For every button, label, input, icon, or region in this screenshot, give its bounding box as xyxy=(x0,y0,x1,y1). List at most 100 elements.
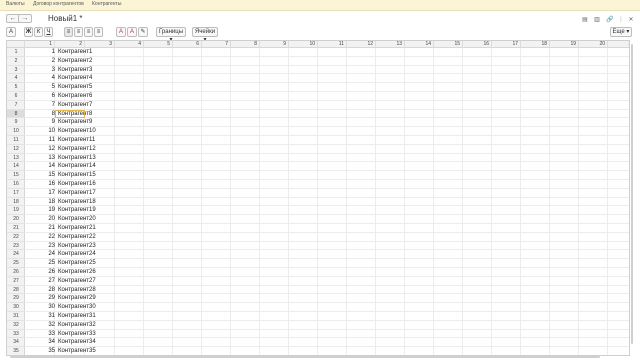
menu-dots-icon[interactable]: ⋮ xyxy=(618,17,624,23)
row-header-cell[interactable]: 26 xyxy=(7,268,25,277)
cell-counterparty-name[interactable]: Контрагент12 xyxy=(58,145,118,154)
cell-number[interactable]: 27 xyxy=(25,277,55,286)
row-header-cell[interactable]: 4 xyxy=(7,74,25,84)
cells-dropdown[interactable]: Ячейки ▾ xyxy=(192,27,218,43)
column-header-cell[interactable]: 4 xyxy=(115,41,144,48)
cell-counterparty-name[interactable]: Контрагент21 xyxy=(58,224,118,233)
cell-number[interactable]: 23 xyxy=(25,242,55,251)
column-header-cell[interactable]: 11 xyxy=(318,41,347,48)
row-header-cell[interactable]: 19 xyxy=(7,206,25,216)
cell-number[interactable]: 12 xyxy=(25,145,55,154)
cell-number[interactable]: 25 xyxy=(25,259,55,268)
column-header-cell[interactable]: 20 xyxy=(579,41,608,48)
cell-counterparty-name[interactable]: Контрагент30 xyxy=(58,303,118,312)
cell-counterparty-name[interactable]: Контрагент17 xyxy=(58,189,118,198)
cell-number[interactable]: 26 xyxy=(25,268,55,277)
row-header-cell[interactable]: 21 xyxy=(7,224,25,233)
row-header-cell[interactable]: 15 xyxy=(7,171,25,180)
row-header-cell[interactable]: 6 xyxy=(7,92,25,101)
cell-number[interactable]: 1 xyxy=(25,48,55,57)
row-header-cell[interactable]: 13 xyxy=(7,154,25,163)
row-header-cell[interactable]: 20 xyxy=(7,215,25,224)
row-header-cell[interactable]: 14 xyxy=(7,162,25,172)
cell-counterparty-name[interactable]: Контрагент13 xyxy=(58,154,118,163)
column-header-cell[interactable]: 21 xyxy=(608,41,629,48)
bold-icon[interactable]: Ж xyxy=(24,27,33,37)
font-icon[interactable]: A xyxy=(6,27,16,37)
row-header-cell[interactable]: 32 xyxy=(7,321,25,330)
cell-counterparty-name[interactable]: Контрагент24 xyxy=(58,250,118,259)
cell-counterparty-name[interactable]: Контрагент31 xyxy=(58,312,118,321)
column-header-cell[interactable]: 12 xyxy=(347,41,376,48)
row-header-cell[interactable]: 17 xyxy=(7,189,25,198)
cell-counterparty-name[interactable]: Контрагент22 xyxy=(58,233,118,242)
cell-counterparty-name[interactable]: Контрагент14 xyxy=(58,162,118,171)
cell-counterparty-name[interactable]: Контрагент25 xyxy=(58,259,118,268)
cell-number[interactable]: 18 xyxy=(25,198,55,207)
cell-counterparty-name[interactable]: Контрагент26 xyxy=(58,268,118,277)
cell-counterparty-name[interactable]: Контрагент16 xyxy=(58,180,118,189)
row-header-cell[interactable]: 2 xyxy=(7,57,25,66)
row-header-cell[interactable]: 12 xyxy=(7,145,25,154)
cell-counterparty-name[interactable]: Контрагент4 xyxy=(58,74,118,83)
cell-number[interactable]: 15 xyxy=(25,171,55,180)
text-color-icon[interactable]: A xyxy=(116,27,126,37)
row-header-cell[interactable]: 16 xyxy=(7,180,25,189)
cell-number[interactable]: 20 xyxy=(25,215,55,224)
cell-number[interactable]: 16 xyxy=(25,180,55,189)
forward-arrow-icon[interactable]: → xyxy=(18,14,32,23)
nav-link-contracts[interactable]: Договор контрагентов xyxy=(33,0,84,8)
nav-link-counterparties[interactable]: Контрагенты xyxy=(92,0,121,8)
cell-counterparty-name[interactable]: Контрагент23 xyxy=(58,242,118,251)
align-left-icon[interactable]: ≡ xyxy=(64,27,73,37)
column-header-cell[interactable]: 3 xyxy=(85,41,115,48)
cell-counterparty-name[interactable]: Контрагент33 xyxy=(58,330,118,339)
cell-counterparty-name[interactable]: Контрагент11 xyxy=(58,136,118,145)
row-header-cell[interactable]: 11 xyxy=(7,136,25,145)
row-header-cell[interactable]: 34 xyxy=(7,338,25,348)
column-header-cell[interactable]: 14 xyxy=(405,41,434,48)
row-header-cell[interactable]: 28 xyxy=(7,286,25,295)
corner-cell[interactable] xyxy=(7,41,25,48)
cell-counterparty-name[interactable]: Контрагент10 xyxy=(58,127,118,136)
save-icon[interactable]: ▤ xyxy=(582,17,588,23)
column-header-cell[interactable]: 10 xyxy=(289,41,318,48)
cell-counterparty-name[interactable]: Контрагент34 xyxy=(58,338,118,347)
cell-number[interactable]: 5 xyxy=(25,83,55,92)
cell-area[interactable]: 1 Контрагент1 2 Контрагент2 3 Контрагент3 4 Кон… xyxy=(25,48,629,355)
cell-counterparty-name[interactable]: Контрагент32 xyxy=(58,321,118,330)
horizontal-scroll-thumb[interactable] xyxy=(10,356,600,358)
cell-number[interactable]: 14 xyxy=(25,162,55,171)
borders-dropdown[interactable]: Границы ▾ xyxy=(156,27,186,43)
align-justify-icon[interactable]: ≡ xyxy=(94,27,103,37)
cell-counterparty-name[interactable]: Контрагент3 xyxy=(58,66,118,75)
cell-number[interactable]: 9 xyxy=(25,118,55,127)
close-icon[interactable]: ✕ xyxy=(628,17,634,23)
pen-icon[interactable]: ✎ xyxy=(138,27,148,37)
cell-counterparty-name[interactable]: Контрагент18 xyxy=(58,198,118,207)
vertical-scrollbar[interactable] xyxy=(630,40,634,355)
row-header-cell[interactable]: 31 xyxy=(7,312,25,321)
cell-counterparty-name[interactable]: Контрагент6 xyxy=(58,92,118,101)
italic-icon[interactable]: К xyxy=(34,27,43,37)
row-header-cell[interactable]: 1 xyxy=(7,48,25,57)
column-header-cell[interactable]: 15 xyxy=(434,41,463,48)
row-header-cell[interactable]: 7 xyxy=(7,101,25,110)
cell-number[interactable]: 4 xyxy=(25,74,55,83)
row-header-cell[interactable]: 33 xyxy=(7,330,25,339)
row-header-cell[interactable]: 8 xyxy=(7,109,25,119)
more-dropdown[interactable]: Еще ▾ xyxy=(610,27,632,37)
column-header-cell[interactable]: 2 xyxy=(55,41,85,48)
cell-counterparty-name[interactable]: Контрагент2 xyxy=(58,57,118,66)
row-header-cell[interactable]: 3 xyxy=(7,66,25,75)
print-icon[interactable]: ▥ xyxy=(594,17,600,23)
horizontal-scrollbar[interactable] xyxy=(6,355,630,359)
cell-number[interactable]: 29 xyxy=(25,294,55,303)
column-header-cell[interactable]: 13 xyxy=(376,41,405,48)
row-header-cell[interactable]: 30 xyxy=(7,303,25,312)
cell-counterparty-name[interactable]: Контрагент19 xyxy=(58,206,118,215)
column-header-cell[interactable]: 9 xyxy=(260,41,289,48)
cell-counterparty-name[interactable]: Контрагент28 xyxy=(58,286,118,295)
align-right-icon[interactable]: ≡ xyxy=(84,27,93,37)
column-header-cell[interactable]: 8 xyxy=(231,41,260,48)
